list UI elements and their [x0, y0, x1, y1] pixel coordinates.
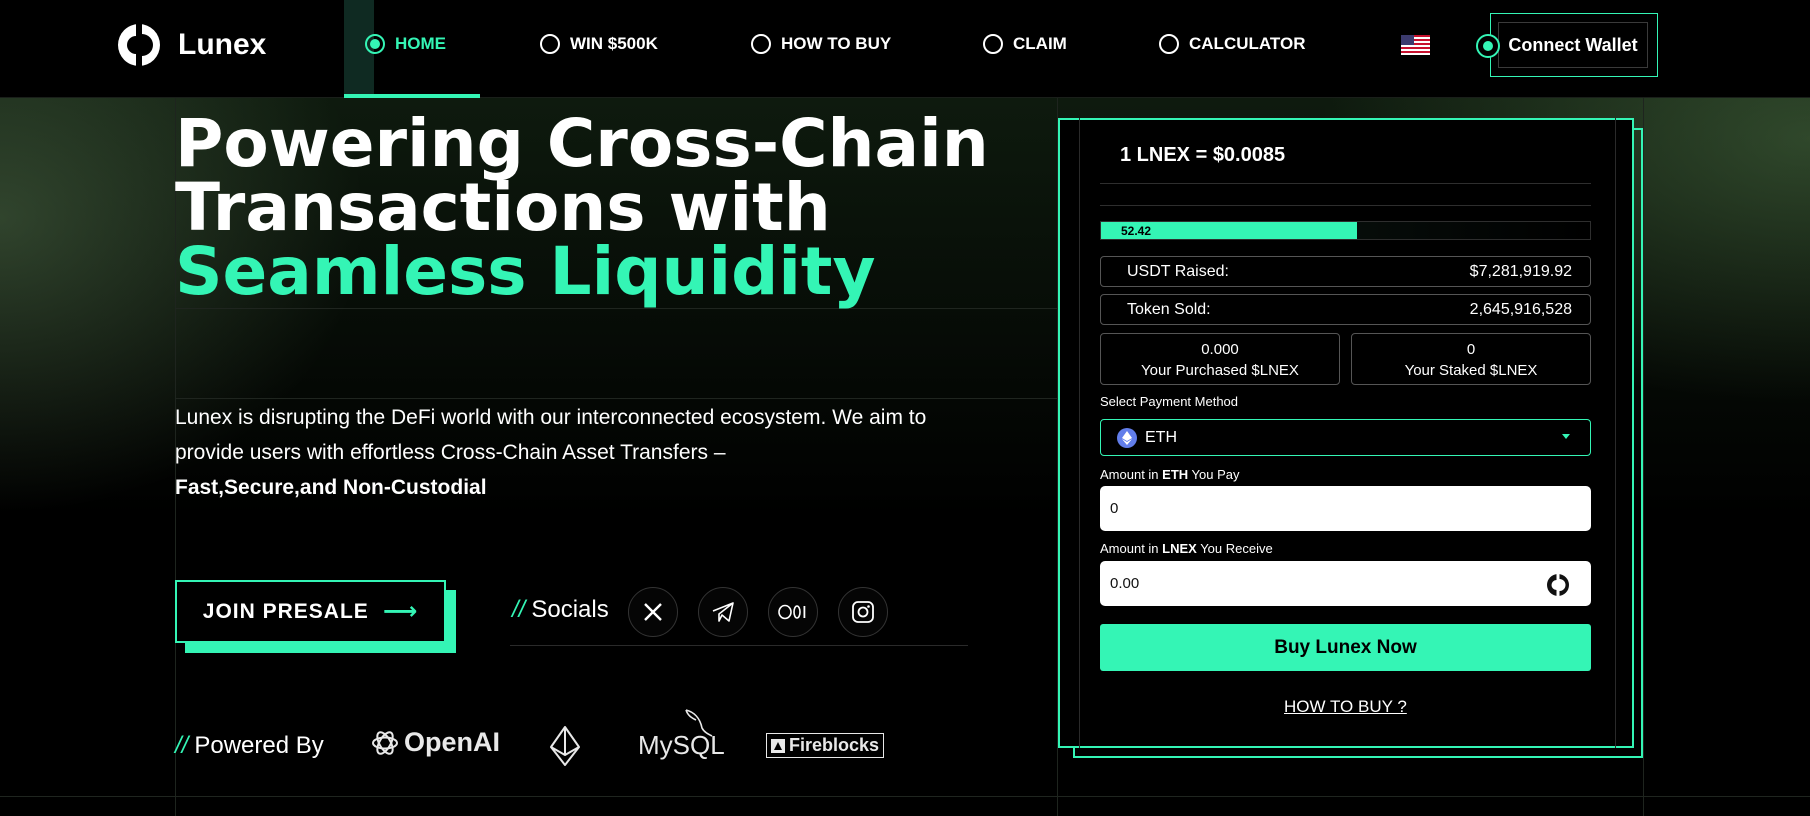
openai-logo: OpenAI [370, 727, 500, 758]
divider [1100, 183, 1591, 184]
receive-amount-input[interactable] [1100, 561, 1591, 606]
slashes-accent: // [175, 732, 189, 759]
fireblocks-icon [771, 738, 785, 753]
x-icon [644, 603, 662, 621]
hero-description-bold: Fast,Secure,and Non-Custodial [175, 476, 487, 499]
chevron-down-icon [1562, 434, 1570, 439]
token-sold-value: 2,645,916,528 [1469, 300, 1572, 318]
eth-icon [1117, 427, 1137, 448]
label-suffix: You Pay [1188, 467, 1240, 482]
buy-lunex-button[interactable]: Buy Lunex Now [1100, 624, 1591, 671]
nav-item-calculator[interactable]: CALCULATOR [1159, 34, 1305, 54]
nav-item-how-to-buy[interactable]: HOW TO BUY [751, 34, 891, 54]
nav-active-underline [344, 94, 480, 98]
nav-item-label: HOW TO BUY [781, 34, 892, 53]
usdt-raised-row: USDT Raised: $7,281,919.92 [1100, 256, 1591, 287]
instagram-social-button[interactable] [838, 587, 888, 637]
socials-label: Socials [531, 596, 609, 623]
ethereum-logo [548, 725, 582, 767]
nav-item-claim[interactable]: CLAIM [983, 34, 1067, 54]
fireblocks-logo: Fireblocks [766, 733, 885, 758]
label-prefix: Amount in [1100, 467, 1163, 482]
nav-item-label: CLAIM [1013, 34, 1067, 53]
staked-value: 0 [1466, 341, 1476, 358]
token-sold-label: Token Sold: [1127, 300, 1211, 318]
usdt-raised-label: USDT Raised: [1127, 262, 1229, 280]
join-presale-button[interactable]: JOIN PRESALE ⟶ [175, 580, 446, 643]
partner-name: OpenAI [404, 727, 501, 757]
pay-amount-input[interactable] [1100, 486, 1591, 531]
telegram-social-button[interactable] [698, 587, 748, 637]
partner-name: Fireblocks [789, 735, 880, 755]
brand-name: Lunex [178, 28, 267, 61]
grid-line [175, 398, 1057, 399]
label-token: LNEX [1162, 541, 1197, 556]
nav-item-label: HOME [395, 34, 446, 53]
nav-item-label: WIN $500K [570, 34, 658, 53]
hero-description-text: Lunex is disrupting the DeFi world with … [175, 406, 927, 464]
openai-icon [372, 730, 398, 755]
medium-icon [778, 604, 806, 620]
pay-amount-label: Amount in ETH You Pay [1100, 467, 1239, 482]
label-prefix: Amount in [1100, 541, 1163, 556]
arrow-right-icon: ⟶ [382, 598, 419, 625]
lunex-token-icon [1547, 574, 1569, 596]
connect-wallet-button[interactable]: Connect Wallet [1498, 22, 1648, 68]
hero-title-highlight: Seamless Liquidity [175, 233, 876, 310]
socials-underline [510, 645, 968, 646]
powered-by-label: Powered By [194, 732, 324, 759]
presale-progress-bar: 52.42 [1100, 221, 1591, 240]
powered-by-heading: //Powered By [175, 732, 324, 760]
staked-label: Your Staked $LNEX [1404, 362, 1538, 379]
divider [1100, 205, 1591, 206]
token-sold-row: Token Sold: 2,645,916,528 [1100, 294, 1591, 325]
receive-amount-label: Amount in LNEX You Receive [1100, 541, 1273, 556]
x-social-button[interactable] [628, 587, 678, 637]
join-presale-label: JOIN PRESALE [202, 599, 369, 623]
medium-social-button[interactable] [768, 587, 818, 637]
hero-title: Powering Cross-Chain Transactions with S… [175, 105, 989, 310]
nav-item-win[interactable]: WIN $500K [540, 34, 658, 54]
progress-label: 52.42 [1121, 224, 1152, 238]
nav-item-home[interactable]: HOME [365, 34, 446, 54]
instagram-icon [852, 601, 874, 623]
purchased-label: Your Purchased $LNEX [1141, 362, 1299, 379]
hero-title-line: Powering Cross-Chain [175, 105, 989, 182]
grid-line [1643, 98, 1644, 816]
payment-method-label: Select Payment Method [1100, 394, 1239, 409]
partner-name: MySQL [638, 730, 725, 760]
hero-description: Lunex is disrupting the DeFi world with … [175, 400, 975, 505]
radio-off-icon [1159, 34, 1179, 54]
token-price: 1 LNEX = $0.0085 [1120, 144, 1286, 166]
socials-heading: //Socials [512, 596, 609, 624]
radio-off-icon [540, 34, 560, 54]
radio-off-icon [751, 34, 771, 54]
nav-item-label: CALCULATOR [1189, 34, 1306, 53]
radio-off-icon [983, 34, 1003, 54]
wallet-indicator-icon [1476, 34, 1500, 58]
ethereum-icon [550, 726, 580, 766]
purchased-value: 0.000 [1201, 341, 1239, 358]
payment-method-value: ETH [1145, 428, 1177, 446]
label-token: ETH [1162, 467, 1189, 482]
us-flag-icon[interactable] [1401, 35, 1430, 55]
payment-method-select[interactable]: ETH [1100, 419, 1591, 456]
hero-title-line: Transactions with [175, 169, 831, 246]
usdt-raised-value: $7,281,919.92 [1469, 262, 1572, 280]
mysql-logo: MySQL [638, 708, 725, 761]
slashes-accent: // [512, 596, 526, 623]
how-to-buy-link[interactable]: HOW TO BUY ? [1284, 697, 1407, 717]
telegram-icon [712, 602, 734, 622]
grid-line [0, 796, 1810, 797]
staked-box: 0 Your Staked $LNEX [1351, 333, 1591, 385]
purchased-box: 0.000 Your Purchased $LNEX [1100, 333, 1340, 385]
radio-on-icon [365, 34, 385, 54]
lunex-logo-icon [118, 24, 160, 66]
brand-logo[interactable]: Lunex [116, 22, 266, 68]
label-suffix: You Receive [1196, 541, 1273, 556]
